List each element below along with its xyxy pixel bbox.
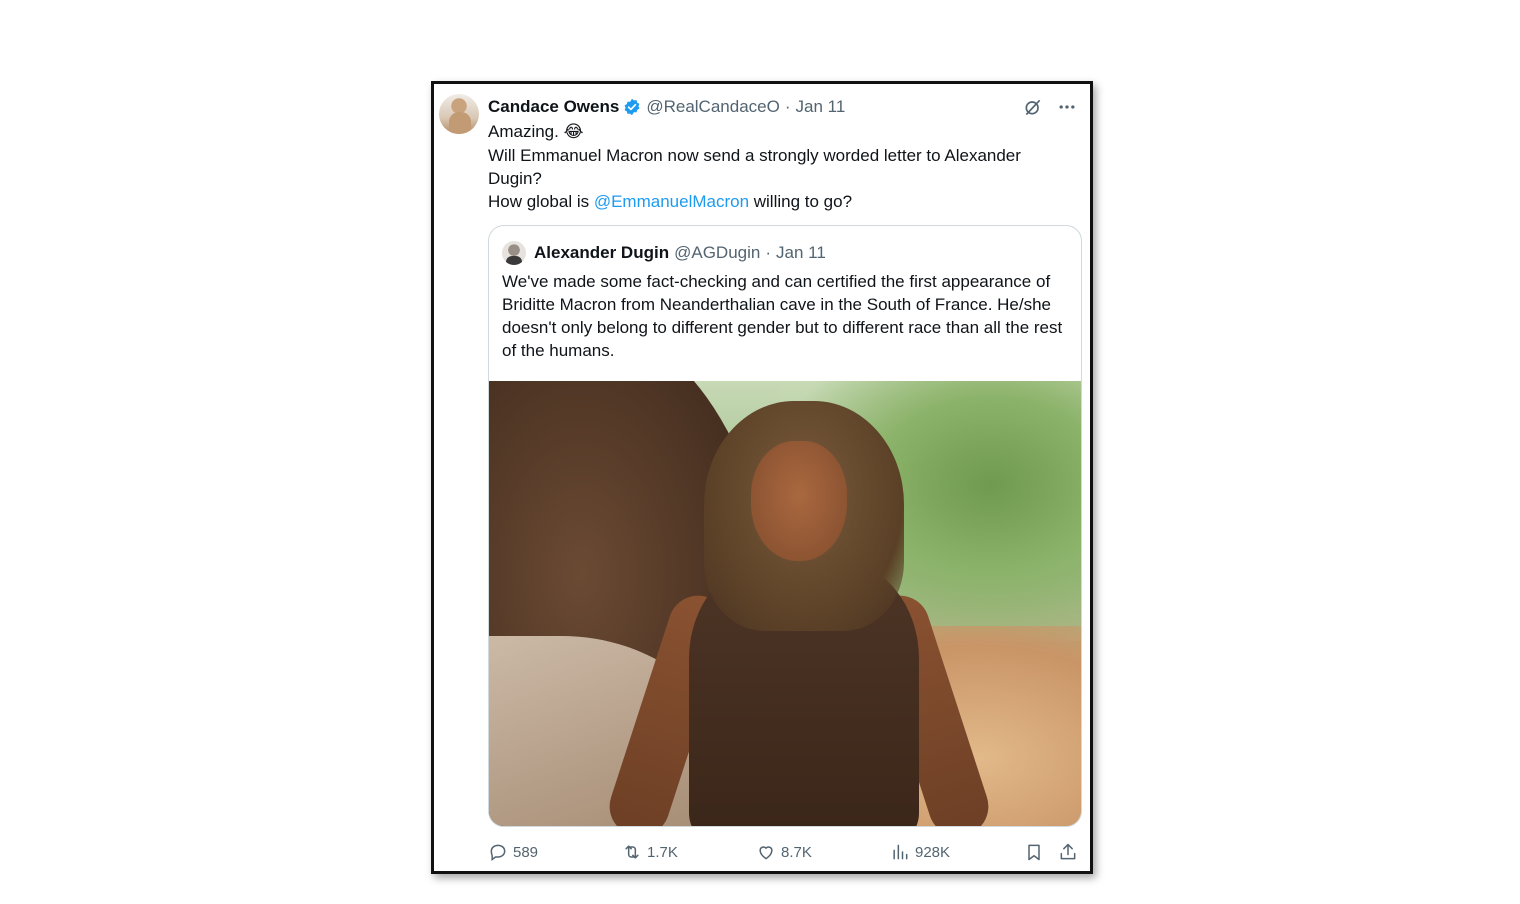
quote-author-handle: @AGDugin (674, 243, 761, 262)
tweet-line-3-suffix: willing to go? (749, 192, 853, 211)
tweet-date[interactable]: Jan 11 (796, 97, 846, 117)
tweet-text: Amazing. 😂 Will Emmanuel Macron now send… (488, 120, 1068, 213)
like-button[interactable]: 8.7K (756, 840, 812, 864)
repost-icon (625, 845, 639, 859)
reply-count: 589 (513, 843, 539, 861)
quote-text: We've made some fact-checking and can ce… (502, 272, 1063, 360)
laughing-emoji-icon: 😂 (563, 122, 584, 142)
header-actions (1022, 96, 1078, 118)
quote-header: Alexander Dugin @AGDugin · Jan 11 (502, 240, 826, 266)
more-icon[interactable] (1056, 96, 1078, 118)
reply-button[interactable]: 589 (488, 840, 538, 864)
tweet-line-1: Amazing. (488, 122, 559, 141)
repost-count: 1.7K (647, 843, 678, 861)
tweet-card: Candace Owens @RealCandaceO · Jan 11 Ama… (431, 81, 1093, 874)
quote-media-image[interactable] (489, 381, 1081, 826)
quote-author-avatar (502, 241, 526, 265)
share-icon (1060, 843, 1076, 860)
header-separator: · (784, 97, 791, 116)
views-button[interactable]: 928K (890, 840, 950, 864)
repost-button[interactable]: 1.7K (622, 840, 678, 864)
author-handle[interactable]: @RealCandaceO (646, 97, 780, 117)
like-icon (759, 846, 773, 860)
grok-icon[interactable] (1022, 96, 1044, 118)
quote-separator: · (765, 243, 772, 262)
reply-icon (490, 844, 506, 861)
action-bar: 589 1.7K 8.7K 928K (488, 840, 1078, 864)
quoted-tweet[interactable]: Alexander Dugin @AGDugin · Jan 11 We've … (488, 225, 1082, 827)
bookmark-button[interactable] (1024, 840, 1044, 864)
share-button[interactable] (1058, 840, 1078, 864)
author-name[interactable]: Candace Owens (488, 97, 619, 117)
quote-author-name: Alexander Dugin (534, 243, 670, 262)
bookmark-icon (1028, 844, 1040, 861)
mention-link[interactable]: @EmmanuelMacron (594, 192, 749, 211)
quote-date: Jan 11 (776, 243, 826, 262)
views-icon (893, 844, 908, 860)
tweet-line-2: Will Emmanuel Macron now send a strongly… (488, 146, 1021, 188)
tweet-header: Candace Owens @RealCandaceO · Jan 11 (488, 96, 845, 118)
tweet-line-3-prefix: How global is (488, 192, 594, 211)
views-count: 928K (915, 843, 951, 861)
author-avatar[interactable] (439, 94, 479, 134)
verified-badge-icon (623, 98, 641, 116)
like-count: 8.7K (781, 843, 812, 861)
